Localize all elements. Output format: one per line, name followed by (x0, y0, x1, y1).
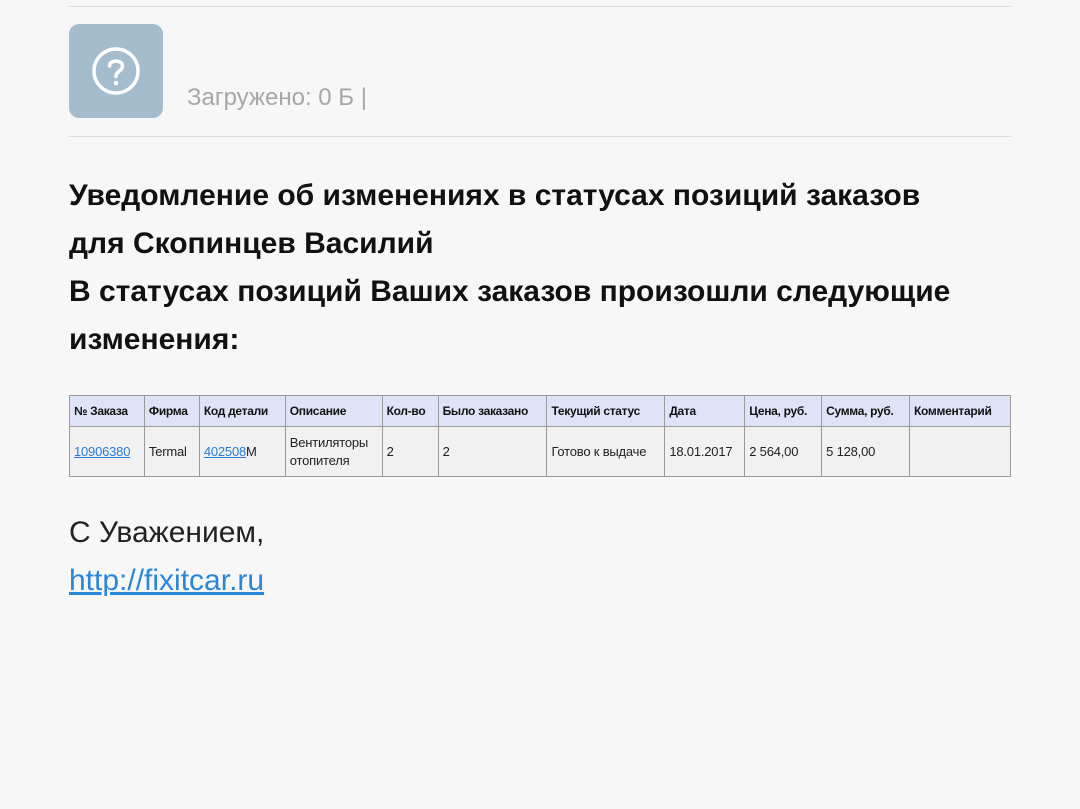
column-header-firm: Фирма (143, 395, 200, 427)
column-header-comment: Комментарий (909, 395, 1011, 427)
column-header-sum: Сумма, руб. (821, 395, 911, 427)
column-header-ordered: Было заказано (437, 395, 548, 427)
cell-comment (909, 426, 1011, 477)
heading-line: для Скопинцев Василий (69, 227, 434, 260)
column-header-price: Цена, руб. (744, 395, 823, 427)
cell-price: 2 564,00 (744, 426, 823, 477)
cell-part-code: 402508M (198, 426, 286, 477)
column-header-date: Дата (664, 395, 746, 427)
regards-text: С Уважением, (69, 516, 265, 549)
column-header-part-code: Код детали (198, 395, 286, 427)
cell-date: 18.01.2017 (664, 426, 746, 477)
cell-firm: Termal (143, 426, 200, 477)
email-body: Загружено: 0 Б | Уведомление об изменени… (0, 0, 1080, 809)
site-link[interactable]: http://fixitcar.ru (69, 564, 264, 598)
column-header-order-no: № Заказа (69, 395, 145, 427)
cell-qty: 2 (381, 426, 439, 477)
attachment-divider (69, 136, 1011, 137)
help-circle-icon (91, 46, 141, 96)
heading-line: Уведомление об изменениях в статусах поз… (69, 179, 921, 212)
heading-line: В статусах позиций Ваших заказов произош… (69, 275, 951, 308)
top-divider (69, 6, 1011, 7)
part-code-suffix: M (246, 444, 257, 459)
loaded-size-label: Загружено: 0 Б | (187, 84, 367, 111)
attachment-tile[interactable] (69, 24, 163, 118)
heading-line: изменения: (69, 323, 240, 356)
order-status-table: № Заказа Фирма Код детали Описание Кол-в… (69, 395, 1011, 477)
cell-order-no: 10906380 (69, 426, 145, 477)
order-number-link[interactable]: 10906380 (74, 444, 130, 459)
cell-sum: 5 128,00 (821, 426, 911, 477)
table-header-row: № Заказа Фирма Код детали Описание Кол-в… (69, 395, 1011, 427)
column-header-qty: Кол-во (381, 395, 439, 427)
cell-ordered: 2 (437, 426, 548, 477)
part-code-link[interactable]: 402508 (204, 444, 246, 459)
column-header-status: Текущий статус (546, 395, 666, 427)
column-header-description: Описание (284, 395, 383, 427)
cell-status: Готово к выдаче (546, 426, 666, 477)
table-row: 10906380 Termal 402508M Вентиляторы отоп… (69, 426, 1011, 477)
notification-heading: Уведомление об изменениях в статусах поз… (69, 172, 1011, 364)
cell-description: Вентиляторы отопителя (284, 426, 383, 477)
